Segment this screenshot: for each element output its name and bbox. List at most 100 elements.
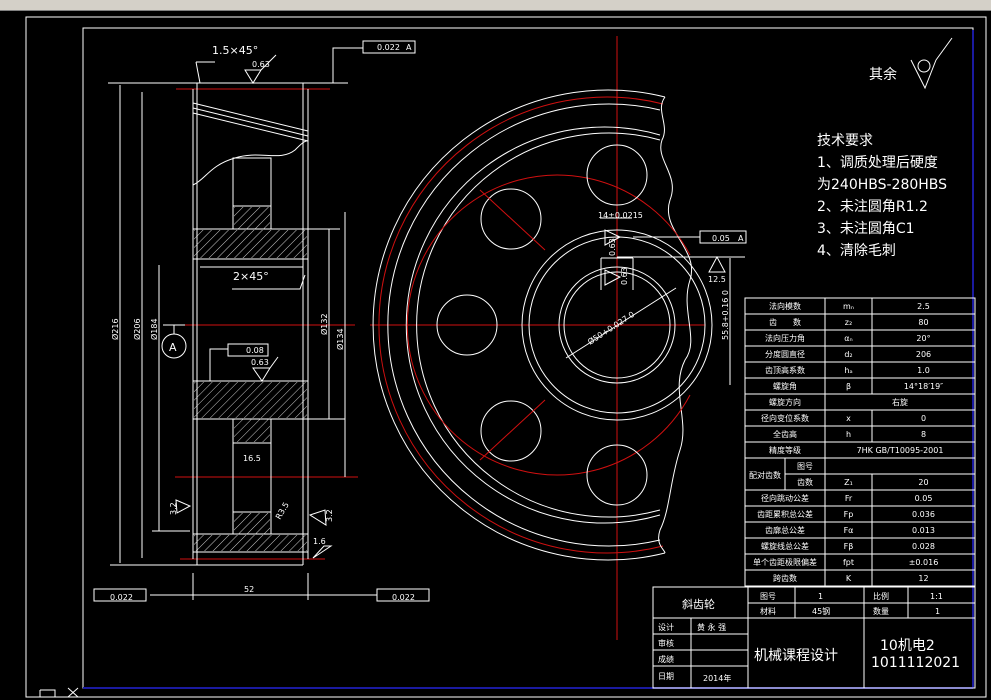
param-label: 全齿高 — [773, 429, 797, 439]
runout-bottom-right: 0.022 — [392, 593, 415, 602]
material: 45钢 — [812, 606, 830, 616]
designer: 黄 永 强 — [697, 622, 726, 632]
material-label: 材料 — [760, 606, 776, 616]
param-label: 齿 数 — [769, 317, 801, 327]
note-line: 为240HBS-280HBS — [817, 177, 947, 193]
fillet-radius: R3.5 — [274, 501, 291, 521]
designer-label: 设计 — [658, 622, 674, 632]
param-symbol: z₂ — [845, 318, 852, 327]
param-symbol: d₂ — [844, 350, 852, 359]
pair-sub-drawing-no: 图号 — [797, 462, 813, 471]
student-id: 1011112021 — [871, 655, 960, 671]
dia-132: Ø132 — [319, 313, 329, 335]
param-label: 法向压力角 — [765, 333, 805, 343]
dia-216: Ø216 — [110, 318, 120, 340]
param-value: 7HK GB/T10095-2001 — [857, 446, 944, 455]
param-value: 2.5 — [917, 302, 930, 311]
chamfer-hub: 2×45° — [233, 270, 269, 283]
datum-label: A — [169, 341, 177, 354]
runout-top: 0.022 — [377, 43, 400, 52]
course-name: 机械课程设计 — [754, 648, 838, 664]
keyway-depth: 55.8+0.16 0 — [721, 290, 730, 340]
pair-value: 20 — [918, 478, 928, 487]
note-line: 4、清除毛刺 — [817, 243, 896, 259]
param-label: 径向跳动公差 — [761, 493, 809, 503]
param-symbol: Fr — [845, 494, 853, 503]
param-label: 法向模数 — [769, 301, 801, 311]
part-name: 斜齿轮 — [682, 597, 715, 611]
param-symbol: K — [846, 574, 852, 583]
scale: 1:1 — [930, 592, 943, 601]
param-label: 精度等级 — [769, 445, 801, 455]
front-view — [370, 36, 747, 640]
scale-label: 比例 — [873, 591, 889, 601]
param-label: 螺旋线总公差 — [761, 541, 809, 551]
class-name: 10机电2 — [880, 638, 935, 654]
symmetry-datum: A — [738, 234, 744, 243]
technical-notes: 其余 技术要求 1、调质处理后硬度 为240HBS-280HBS 2、未注圆角R… — [817, 37, 953, 259]
param-label: 径向变位系数 — [761, 413, 809, 423]
dia-184: Ø184 — [149, 318, 159, 340]
param-value: 0.05 — [915, 494, 933, 503]
roughness-keyway: 12.5 — [708, 275, 726, 284]
param-symbol: mₙ — [843, 302, 854, 311]
notes-title: 技术要求 — [817, 133, 873, 149]
param-value: 8 — [921, 430, 926, 439]
param-label: 螺旋角 — [773, 381, 797, 391]
roughness-bottom: 1.6 — [313, 537, 326, 546]
bore-dia: Ø50+0.027 0 — [586, 309, 636, 347]
drawing-no: 1 — [818, 592, 823, 601]
qty: 1 — [935, 607, 940, 616]
date: 2014年 — [703, 673, 731, 683]
param-symbol: h — [846, 430, 851, 439]
param-value: 0.028 — [912, 542, 935, 551]
param-symbol: x — [846, 414, 851, 423]
param-value: 1.0 — [917, 366, 930, 375]
drawing-no-label: 图号 — [760, 592, 776, 601]
roughness-left: 3.2 — [169, 502, 178, 515]
param-symbol: hₐ — [844, 366, 852, 375]
roughness-right: 3.2 — [325, 509, 334, 522]
param-label: 分度圆直径 — [765, 349, 805, 359]
qty-label: 数量 — [873, 606, 889, 616]
note-line: 3、未注圆角C1 — [817, 221, 915, 237]
keyway-width: 14±0.0215 — [598, 211, 643, 220]
param-value: 20° — [916, 334, 930, 343]
grade-label: 成绩 — [658, 654, 674, 664]
param-label: 齿顶高系数 — [765, 365, 805, 375]
keyway-roughness-1: 0.63 — [608, 238, 617, 256]
review-label: 审核 — [658, 638, 674, 648]
datum-ref-top: A — [406, 43, 412, 52]
param-value: 206 — [916, 350, 931, 359]
title-block: 斜齿轮 图号 1 比例 1:1 材料 45钢 数量 1 设计 黄 永 强 审核 … — [652, 586, 976, 689]
param-label: 单个齿距极限偏差 — [753, 557, 817, 567]
param-value: ±0.016 — [909, 558, 939, 567]
param-label: 齿廓总公差 — [765, 525, 805, 535]
roughness-hub: 0.63 — [251, 358, 269, 367]
param-label: 齿距累积总公差 — [757, 509, 813, 519]
pair-sub-teeth: 齿数 — [797, 477, 813, 487]
chamfer-top: 1.5×45° — [212, 44, 258, 57]
other-roughness-label: 其余 — [869, 66, 897, 83]
param-label: 螺旋方向 — [769, 397, 801, 407]
note-line: 2、未注圆角R1.2 — [817, 199, 928, 215]
ucs-icon — [39, 687, 79, 698]
dia-206: Ø206 — [132, 318, 142, 340]
param-value: 12 — [918, 574, 928, 583]
gear-parameter-table: 法向模数 mₙ 2.5齿 数 z₂ 80法向压力角 αₙ 20°分度圆直径 d₂ 206齿顶高系… — [744, 297, 976, 587]
drawing-canvas[interactable]: 1.5×45° 0.63 0.022 A 2×45° 0.08 0.63 A 1… — [0, 0, 991, 700]
param-symbol: Fα — [844, 526, 854, 535]
width-dim: 52 — [244, 585, 254, 594]
param-value: 14°18′19″ — [904, 382, 943, 391]
web-width: 16.5 — [243, 454, 261, 463]
dia-134: Ø134 — [335, 328, 345, 350]
roughness-top: 0.63 — [252, 60, 270, 69]
pair-symbol: Z₁ — [844, 478, 853, 487]
param-symbol: Fp — [844, 510, 854, 519]
param-value: 80 — [918, 318, 928, 327]
param-symbol: fpt — [843, 558, 854, 567]
param-value: 0 — [921, 414, 926, 423]
roughness-symbol-icon — [910, 37, 953, 90]
param-symbol: αₙ — [844, 334, 852, 343]
param-symbol: β — [846, 382, 851, 391]
